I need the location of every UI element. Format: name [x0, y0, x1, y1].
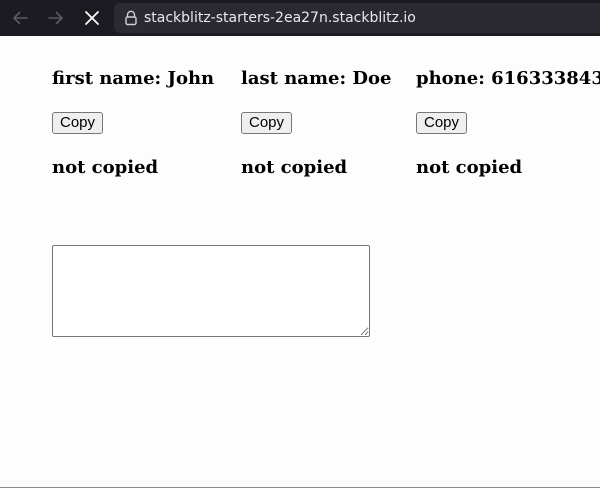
address-bar[interactable]: stackblitz-starters-2ea27n.stackblitz.io — [114, 3, 600, 33]
forward-arrow-icon[interactable] — [42, 4, 70, 32]
stop-loading-icon[interactable] — [78, 4, 106, 32]
lock-icon — [124, 10, 138, 31]
copy-last-name-button[interactable]: Copy — [241, 112, 293, 134]
url-text[interactable]: stackblitz-starters-2ea27n.stackblitz.io — [144, 9, 416, 27]
copy-first-name-button[interactable]: Copy — [52, 112, 104, 134]
browser-window: stackblitz-starters-2ea27n.stackblitz.io… — [0, 0, 600, 488]
last-name-label: last name: Doe — [241, 68, 392, 89]
copy-phone-button[interactable]: Copy — [416, 112, 468, 134]
first-name-copy-status: not copied — [52, 157, 159, 178]
last-name-copy-status: not copied — [241, 157, 348, 178]
phone-label: phone: 616333843 — [416, 68, 600, 89]
first-name-label: first name: John — [52, 68, 215, 89]
paste-textarea[interactable] — [52, 245, 370, 337]
phone-copy-status: not copied — [416, 157, 523, 178]
browser-toolbar: stackblitz-starters-2ea27n.stackblitz.io — [0, 0, 600, 36]
page-content: first name: John Copy not copied last na… — [0, 36, 600, 488]
back-arrow-icon[interactable] — [6, 4, 34, 32]
